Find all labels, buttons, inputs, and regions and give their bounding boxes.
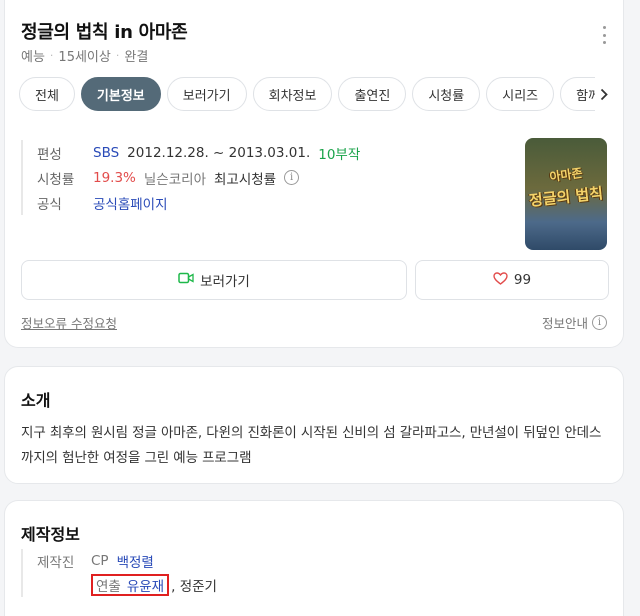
intro-description: 지구 최후의 원시림 정글 아마존, 다윈의 진화론이 시작된 신비의 섬 갈라…: [21, 425, 602, 466]
basic-info-list: 편성 SBS 2012.12.28. ~ 2013.03.01. 10부작 시청…: [21, 140, 360, 215]
production-list: 제작진 CP 백정렬 연출 유윤재 , 정준기: [21, 549, 217, 597]
cp-role: CP: [91, 553, 109, 569]
director-other-name: , 정준기: [171, 579, 217, 595]
staff-label: 제작진: [37, 555, 75, 571]
tab-basic-info[interactable]: 기본정보: [80, 77, 161, 111]
info-icon[interactable]: i: [284, 170, 300, 185]
tab-all[interactable]: 전체: [19, 77, 75, 111]
video-icon: [178, 272, 194, 288]
tab-series[interactable]: 시리즈: [486, 77, 555, 111]
main-info-card: 정글의 법칙 in 아마존 예능 · 15세이상 · 완결 전체 기본정보 보러…: [4, 0, 624, 348]
production-card: 제작정보 제작진 CP 백정렬 연출 유윤재 , 정준기: [4, 500, 624, 616]
broadcast-period: 2012.12.28. ~ 2013.03.01.: [127, 144, 311, 161]
chevron-right-icon[interactable]: [599, 86, 609, 102]
director-name-link[interactable]: 유윤재: [127, 575, 164, 595]
viewership-label: 시청률: [37, 171, 75, 188]
official-homepage-link[interactable]: 공식홈페이지: [93, 193, 168, 213]
cp-name-link[interactable]: 백정렬: [117, 551, 154, 571]
production-title: 제작정보: [21, 525, 80, 544]
episode-count: 10부작: [318, 146, 361, 163]
official-row: 공식 공식홈페이지: [37, 190, 360, 215]
tab-ratings[interactable]: 시청률: [412, 77, 481, 111]
watch-button[interactable]: 보러가기: [21, 260, 407, 300]
program-poster[interactable]: 아마존 정글의 법칙: [525, 138, 607, 250]
genre-text: 예능: [21, 50, 45, 65]
viewership-value: 19.3%: [93, 169, 136, 186]
tab-bar: 전체 기본정보 보러가기 회차정보 출연진 시청률 시리즈 함께 볼: [19, 77, 595, 111]
intro-card: 소개 지구 최후의 원시림 정글 아마존, 다윈의 진화론이 시작된 신비의 섬…: [4, 366, 624, 484]
info-guide-link[interactable]: 정보안내 i: [542, 313, 607, 332]
report-error-link[interactable]: 정보오류 수정요청: [21, 313, 117, 332]
info-guide-label: 정보안내: [541, 316, 588, 331]
age-rating-text: 15세이상: [58, 50, 111, 65]
intro-title: 소개: [21, 391, 51, 410]
page-title: 정글의 법칙 in 아마존: [21, 22, 188, 43]
broadcast-row: 편성 SBS 2012.12.28. ~ 2013.03.01. 10부작: [37, 140, 360, 165]
status-text: 완결: [124, 50, 149, 65]
viewership-note: 최고시청률: [214, 171, 277, 188]
tab-episodes[interactable]: 회차정보: [252, 77, 333, 111]
heart-icon: [493, 271, 508, 289]
tab-cast[interactable]: 출연진: [338, 77, 407, 111]
like-count: 99: [513, 272, 532, 288]
viewership-source: 닐슨코리아: [143, 171, 206, 188]
director-highlight-box: 연출 유윤재: [91, 574, 170, 596]
broadcast-label: 편성: [37, 146, 62, 163]
channel-link[interactable]: SBS: [93, 145, 119, 161]
program-meta: 예능 · 15세이상 · 완결: [21, 46, 148, 65]
like-button[interactable]: 99: [415, 260, 609, 300]
separator-dot: ·: [115, 49, 120, 62]
viewership-row: 시청률 19.3% 닐슨코리아 최고시청률 i: [37, 165, 360, 190]
director-row: 연출 유윤재 , 정준기: [37, 573, 217, 597]
tab-watch[interactable]: 보러가기: [166, 77, 247, 111]
more-options-icon[interactable]: [599, 26, 609, 44]
watch-button-label: 보러가기: [200, 274, 250, 290]
info-icon: i: [592, 315, 607, 330]
cp-row: 제작진 CP 백정렬: [37, 549, 217, 573]
official-label: 공식: [37, 196, 62, 213]
tab-watch-together[interactable]: 함께 볼: [560, 77, 595, 111]
director-role: 연출: [96, 579, 121, 595]
separator-dot: ·: [49, 49, 54, 62]
